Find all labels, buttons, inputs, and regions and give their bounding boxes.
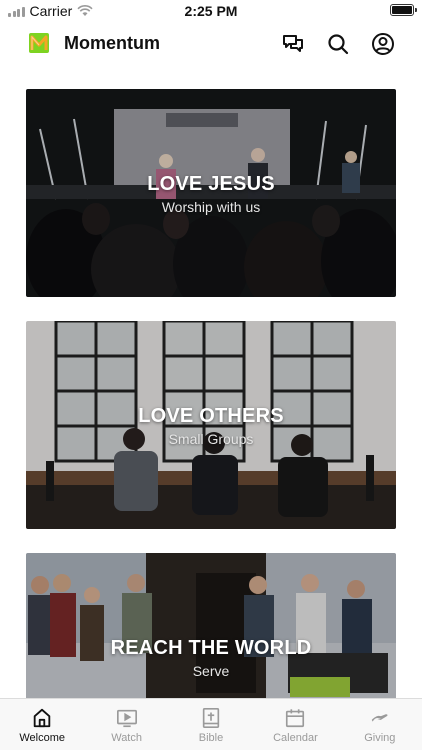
chat-button[interactable]: [280, 31, 306, 57]
app-title: Momentum: [64, 33, 160, 53]
tab-calendar[interactable]: Calendar: [253, 699, 337, 750]
chat-icon: [283, 35, 303, 52]
card-title: REACH THE WORLD: [110, 637, 312, 659]
tab-label: Calendar: [273, 732, 318, 744]
tab-bar: Welcome Watch Bible Calendar Giving: [0, 698, 422, 750]
tab-label: Bible: [198, 732, 224, 744]
card-subtitle: Small Groups: [168, 431, 254, 447]
tab-label: Giving: [364, 732, 396, 744]
tab-giving[interactable]: Giving: [338, 699, 422, 750]
battery-icon: [390, 4, 417, 16]
tab-bible[interactable]: Bible: [169, 699, 253, 750]
search-button[interactable]: [325, 31, 351, 57]
status-bar: Carrier 2:25 PM: [0, 0, 422, 22]
card-love-others[interactable]: LOVE OTHERS Small Groups: [26, 321, 396, 529]
bible-icon: [202, 708, 220, 728]
card-title: LOVE JESUS: [147, 173, 275, 195]
tab-label: Welcome: [19, 732, 66, 744]
tab-label: Watch: [111, 732, 142, 744]
search-icon: [328, 34, 349, 55]
giving-icon: [371, 714, 388, 722]
profile-icon: [372, 33, 394, 55]
status-time: 2:25 PM: [184, 3, 238, 19]
calendar-icon: [286, 709, 305, 728]
card-subtitle: Worship with us: [161, 199, 261, 215]
momentum-logo: [29, 33, 49, 53]
card-subtitle: Serve: [192, 663, 230, 679]
tab-watch[interactable]: Watch: [84, 699, 168, 750]
card-title: LOVE OTHERS: [138, 405, 284, 427]
tab-welcome[interactable]: Welcome: [0, 699, 84, 750]
content-feed: LOVE JESUS Worship with us LOVE OTHERS S…: [26, 89, 396, 750]
app-header: Momentum: [0, 28, 422, 60]
profile-button[interactable]: [370, 31, 396, 57]
video-icon: [116, 709, 137, 728]
home-icon: [33, 708, 51, 728]
card-love-jesus[interactable]: LOVE JESUS Worship with us: [26, 89, 396, 297]
